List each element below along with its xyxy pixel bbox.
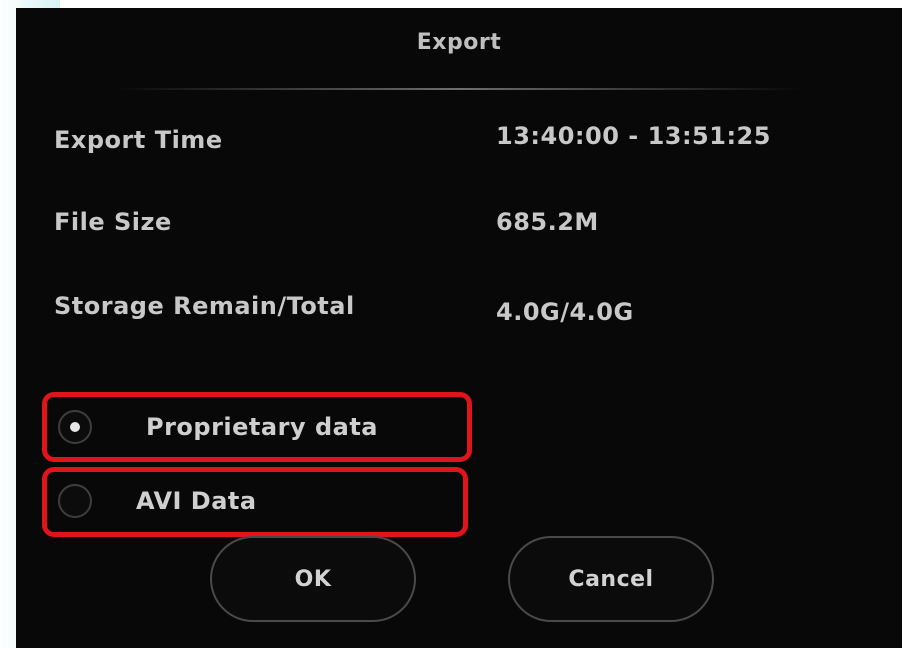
title-divider bbox=[116, 88, 802, 90]
radio-button-avi[interactable] bbox=[58, 484, 92, 518]
radio-option-proprietary[interactable]: Proprietary data bbox=[58, 410, 378, 444]
storage-value: 4.0G/4.0G bbox=[496, 298, 634, 326]
ok-button[interactable]: OK bbox=[210, 536, 416, 622]
radio-option-avi[interactable]: AVI Data bbox=[58, 484, 257, 518]
radio-selected-dot bbox=[70, 422, 80, 432]
export-time-value: 13:40:00 - 13:51:25 bbox=[496, 122, 771, 150]
file-size-value: 685.2M bbox=[496, 208, 599, 236]
export-time-label: Export Time bbox=[54, 126, 223, 154]
radio-label-proprietary: Proprietary data bbox=[146, 413, 378, 441]
export-dialog: Export Export Time 13:40:00 - 13:51:25 F… bbox=[16, 8, 902, 648]
radio-button-proprietary[interactable] bbox=[58, 410, 92, 444]
file-size-label: File Size bbox=[54, 208, 172, 236]
dialog-title: Export bbox=[416, 30, 502, 55]
cancel-button[interactable]: Cancel bbox=[508, 536, 714, 622]
radio-label-avi: AVI Data bbox=[136, 487, 257, 515]
storage-label: Storage Remain/Total bbox=[54, 292, 355, 320]
